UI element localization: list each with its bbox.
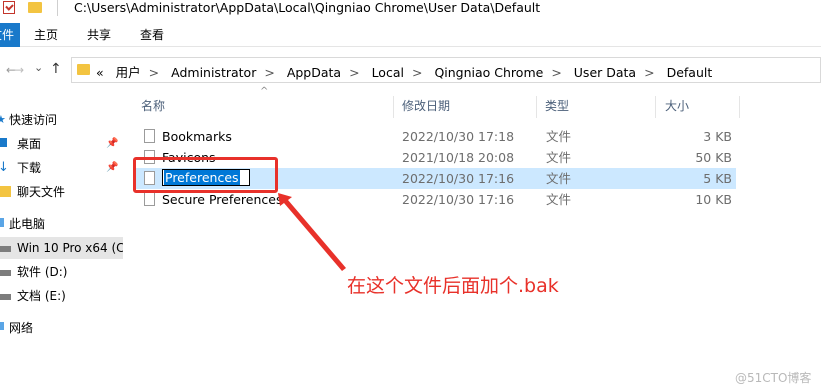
annotation-text: 在这个文件后面加个.bak bbox=[347, 275, 559, 297]
watermark: @51CTO博客 bbox=[735, 371, 812, 385]
annotation-arrow bbox=[278, 193, 346, 271]
annotation-arrow-shape bbox=[278, 193, 346, 271]
